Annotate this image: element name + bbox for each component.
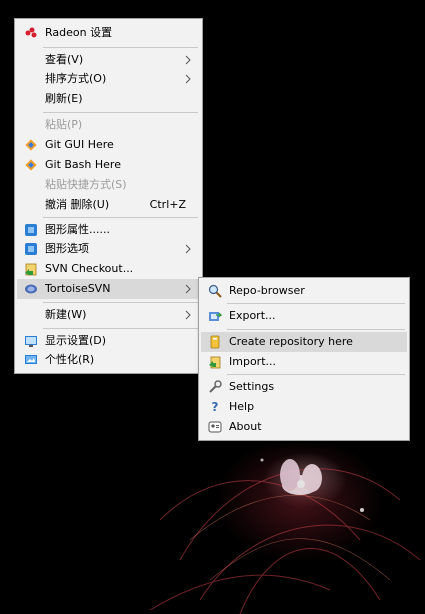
menu-item-label: 撤消 删除(U): [45, 198, 110, 211]
menu-item-label: Radeon 设置: [45, 26, 113, 39]
git-gui-icon: [25, 139, 37, 151]
menu-item-svn-checkout[interactable]: SVN Checkout...: [17, 259, 200, 279]
menu-item-label: Help: [229, 400, 255, 413]
graphics-properties-icon: [25, 224, 37, 236]
menu-item-label: 粘贴(P): [45, 118, 83, 131]
shortcut-text: Ctrl+Z: [149, 198, 186, 211]
menu-item-import[interactable]: Import...: [201, 352, 407, 372]
separator: [43, 47, 198, 48]
tortoisesvn-submenu: Repo-browser Export... Create repository…: [198, 277, 410, 441]
settings-icon: [209, 380, 222, 393]
menu-item-repo-browser[interactable]: Repo-browser: [201, 281, 407, 301]
about-icon: [208, 421, 222, 433]
desktop-context-menu: Radeon 设置 查看(V) 排序方式(O) 刷新(E) 粘贴(P) Git …: [14, 18, 203, 374]
menu-item-git-bash[interactable]: Git Bash Here: [17, 155, 200, 175]
menu-item-display-settings[interactable]: 显示设置(D): [17, 331, 200, 351]
menu-item-personalize[interactable]: 个性化(R): [17, 350, 200, 370]
chevron-right-icon: [185, 55, 191, 65]
menu-item-help[interactable]: ? Help: [201, 397, 407, 417]
menu-item-label: Git GUI Here: [45, 138, 114, 151]
menu-item-label: Repo-browser: [229, 284, 305, 297]
separator: [43, 328, 198, 329]
display-settings-icon: [25, 336, 37, 347]
menu-item-graphics-options[interactable]: 图形选项: [17, 239, 200, 259]
separator: [227, 374, 405, 375]
menu-item-sort-by[interactable]: 排序方式(O): [17, 69, 200, 89]
menu-item-create-repository[interactable]: Create repository here: [201, 332, 407, 352]
menu-item-label: 查看(V): [45, 53, 84, 66]
menu-item-label: 粘贴快捷方式(S): [45, 178, 127, 191]
menu-item-label: 刷新(E): [45, 92, 83, 105]
create-repository-icon: [210, 335, 220, 349]
help-icon: ?: [212, 400, 219, 414]
separator: [43, 302, 198, 303]
menu-item-label: Settings: [229, 380, 275, 393]
menu-item-undo-delete[interactable]: 撤消 删除(U) Ctrl+Z: [17, 195, 200, 215]
menu-item-new[interactable]: 新建(W): [17, 305, 200, 325]
menu-item-label: 个性化(R): [45, 353, 95, 366]
menu-item-label: 新建(W): [45, 308, 87, 321]
chevron-right-icon: [185, 244, 191, 254]
menu-item-export[interactable]: Export...: [201, 306, 407, 326]
menu-item-settings[interactable]: Settings: [201, 377, 407, 397]
import-icon: [209, 356, 221, 369]
menu-item-view[interactable]: 查看(V): [17, 50, 200, 70]
svg-text:?: ?: [212, 400, 219, 414]
separator: [43, 112, 198, 113]
export-icon: [209, 312, 222, 321]
menu-item-paste-shortcut: 粘贴快捷方式(S): [17, 175, 200, 195]
menu-item-label: About: [229, 420, 262, 433]
menu-item-radeon-settings[interactable]: Radeon 设置: [17, 23, 200, 43]
menu-item-label: Git Bash Here: [45, 158, 121, 171]
chevron-right-icon: [185, 74, 191, 84]
menu-item-about[interactable]: About: [201, 417, 407, 437]
separator: [43, 217, 198, 218]
tortoisesvn-icon: [25, 284, 37, 294]
separator: [227, 303, 405, 304]
menu-item-label: 排序方式(O): [45, 72, 107, 85]
separator: [227, 329, 405, 330]
chevron-right-icon: [185, 310, 191, 320]
menu-item-refresh[interactable]: 刷新(E): [17, 89, 200, 109]
menu-item-label: Create repository here: [229, 335, 353, 348]
menu-item-label: 显示设置(D): [45, 334, 107, 347]
menu-item-tortoisesvn[interactable]: TortoiseSVN: [17, 279, 200, 299]
menu-item-label: 图形选项: [45, 242, 89, 255]
chevron-right-icon: [185, 284, 191, 294]
menu-item-graphics-properties[interactable]: 图形属性......: [17, 220, 200, 240]
menu-item-label: SVN Checkout...: [45, 262, 134, 275]
svn-checkout-icon: [25, 263, 37, 276]
menu-item-paste: 粘贴(P): [17, 115, 200, 135]
repo-browser-icon: [208, 284, 222, 298]
menu-item-label: TortoiseSVN: [45, 282, 111, 295]
menu-item-label: 图形属性......: [45, 223, 110, 236]
menu-item-label: Import...: [229, 355, 276, 368]
menu-item-label: Export...: [229, 309, 276, 322]
radeon-icon: [25, 27, 37, 38]
personalize-icon: [25, 355, 37, 364]
graphics-options-icon: [25, 243, 37, 255]
menu-item-git-gui[interactable]: Git GUI Here: [17, 135, 200, 155]
git-bash-icon: [25, 159, 37, 171]
